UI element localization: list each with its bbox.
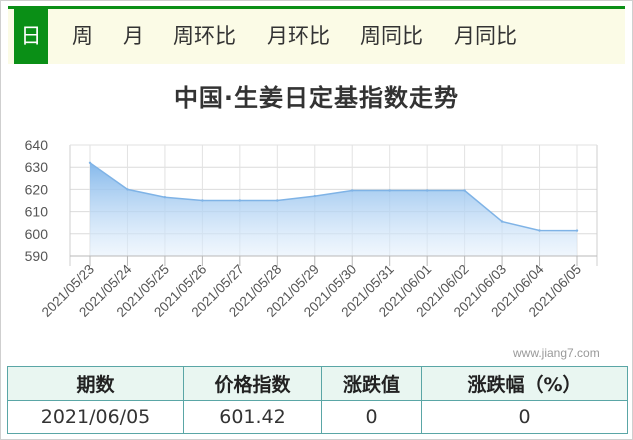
data-point <box>201 199 204 202</box>
header-change-percent: 涨跌幅（%） <box>421 366 628 401</box>
data-point <box>313 194 316 198</box>
y-tick-label: 630 <box>25 159 49 175</box>
site-watermark: www.jiang7.com <box>513 346 600 360</box>
data-point <box>463 189 466 192</box>
cell-change-value: 0 <box>321 400 422 434</box>
latest-index-table: 期数 价格指数 涨跌值 涨跌幅（%） 2021/06/05 601.42 0 0 <box>7 366 628 434</box>
data-point <box>388 189 391 192</box>
y-tick-label: 590 <box>25 248 49 264</box>
y-tick-label: 640 <box>25 137 49 153</box>
data-point <box>500 220 504 223</box>
header-change-value: 涨跌值 <box>321 366 422 401</box>
data-point <box>538 229 541 232</box>
header-price-index: 价格指数 <box>183 366 322 401</box>
data-point <box>88 161 92 164</box>
table-header-row: 期数 价格指数 涨跌值 涨跌幅（%） <box>7 366 628 401</box>
cell-change-percent: 0 <box>421 400 628 434</box>
data-point <box>351 189 354 192</box>
y-tick-label: 620 <box>25 181 49 197</box>
data-point <box>276 199 279 202</box>
table-row: 2021/06/05 601.42 0 0 <box>7 400 628 434</box>
cell-price-index: 601.42 <box>183 400 322 434</box>
y-tick-label: 600 <box>25 226 49 242</box>
data-point <box>426 189 429 192</box>
header-period: 期数 <box>7 366 184 401</box>
data-point <box>238 199 241 202</box>
y-tick-label: 610 <box>25 204 49 220</box>
data-point <box>163 196 167 199</box>
series-area <box>90 162 577 256</box>
cell-period: 2021/06/05 <box>7 400 184 434</box>
data-point <box>126 188 129 191</box>
data-point <box>575 229 579 232</box>
